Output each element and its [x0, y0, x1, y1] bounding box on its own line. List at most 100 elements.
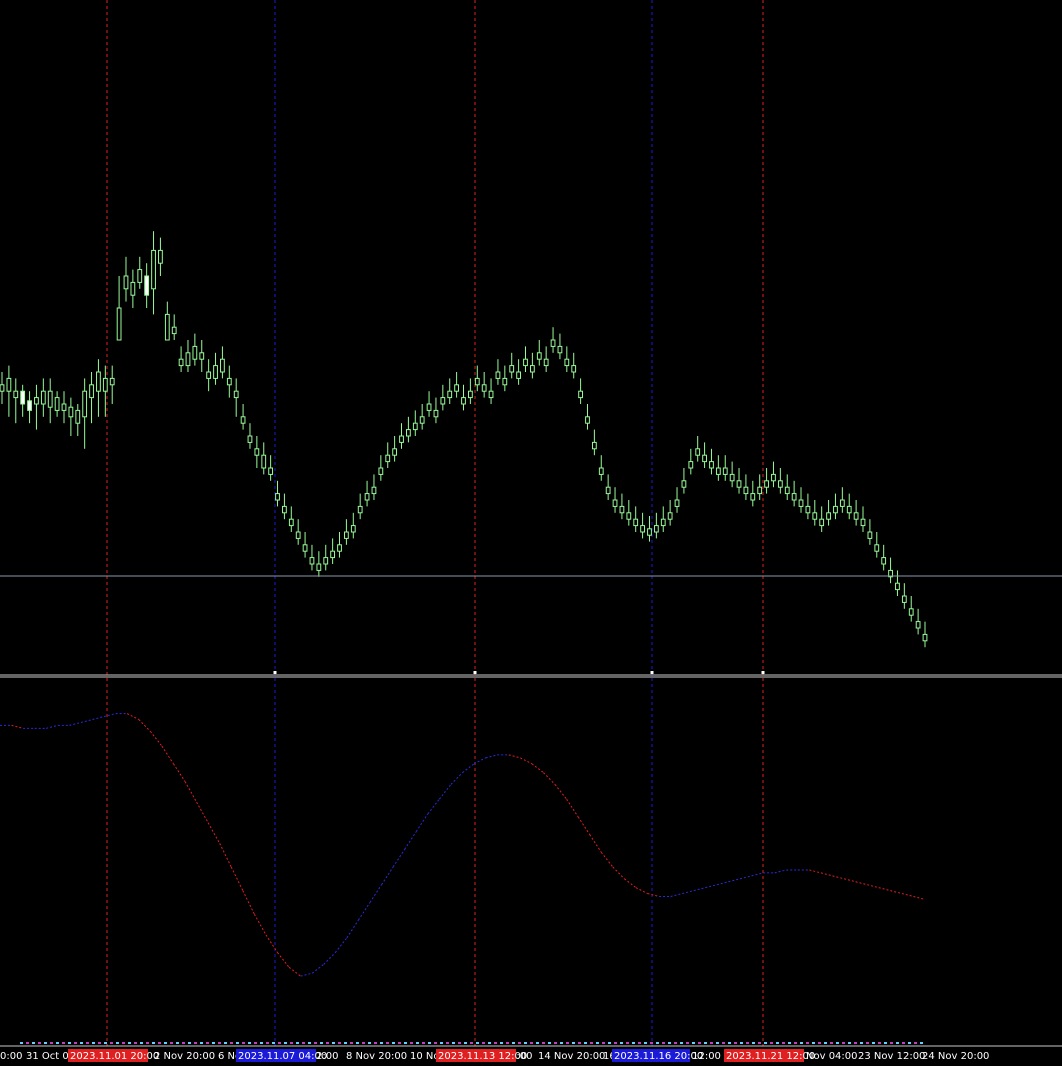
timeline-dash	[584, 1042, 587, 1044]
candle-body	[213, 365, 218, 379]
candle-body	[495, 371, 501, 379]
candle-body	[102, 377, 108, 392]
timeline-dash	[452, 1042, 455, 1044]
candle-body	[812, 512, 818, 520]
timeline-dash	[482, 1042, 485, 1044]
timeline-dash	[188, 1042, 191, 1044]
timeline-dash	[548, 1042, 551, 1044]
timeline-dash	[386, 1042, 389, 1044]
timeline-dash	[782, 1042, 785, 1044]
timeline-dash	[668, 1042, 671, 1044]
timeline-dash	[242, 1042, 245, 1044]
candle-body	[130, 281, 136, 296]
timeline-dash	[644, 1042, 647, 1044]
timeline-dash	[128, 1042, 131, 1044]
timeline-dash	[278, 1042, 281, 1044]
timeline-dash	[182, 1042, 185, 1044]
timeline-dash	[908, 1042, 911, 1044]
candle-body	[185, 352, 191, 367]
marker-tag: 2023.11.07 04:00	[236, 1049, 327, 1062]
time-tick-label: 23 Nov 12:00	[858, 1051, 925, 1062]
timeline-dash	[842, 1042, 845, 1044]
timeline-dash	[578, 1042, 581, 1044]
candle-body	[722, 467, 728, 475]
marker-tag: 2023.11.21 12:00	[724, 1049, 815, 1062]
candle-body	[54, 397, 60, 411]
timeline-dash	[194, 1042, 197, 1044]
candle-body	[447, 390, 453, 399]
timeline-dash	[410, 1042, 413, 1044]
timeline-dash	[464, 1042, 467, 1044]
candle-body	[47, 390, 53, 408]
time-tick-label: 2 Nov 20:00	[154, 1051, 215, 1062]
timeline-dash	[572, 1042, 575, 1044]
timeline-dash	[890, 1042, 893, 1044]
candle-body	[750, 493, 756, 501]
candle-body	[20, 390, 26, 405]
time-tick-label: 0:00	[0, 1051, 22, 1062]
candle-body	[461, 397, 466, 405]
candle-body	[488, 390, 494, 399]
candle-body	[846, 505, 852, 514]
candle-body	[357, 505, 363, 514]
timeline-dash	[554, 1042, 557, 1044]
candle-body	[516, 371, 521, 379]
timeline-dash	[206, 1042, 209, 1044]
candle-body	[805, 505, 811, 514]
timeline-dash	[308, 1042, 311, 1044]
time-tick-label: 8 Nov 20:00	[346, 1051, 407, 1062]
timeline-dash	[266, 1042, 269, 1044]
timeline-dash	[746, 1042, 749, 1044]
timeline-dash	[212, 1042, 215, 1044]
timeline-dash	[356, 1042, 359, 1044]
candle-body	[550, 339, 556, 347]
candle-body	[922, 633, 928, 642]
timeline-dash	[896, 1042, 899, 1044]
timeline-dash	[104, 1042, 107, 1044]
candle-body	[660, 518, 666, 527]
candle-body	[309, 557, 315, 565]
timeline-dash	[98, 1042, 101, 1044]
candle-body	[467, 390, 473, 399]
timeline-dash	[902, 1042, 905, 1044]
candle-body	[454, 384, 460, 392]
candle-body	[771, 473, 776, 482]
candle-body	[406, 429, 411, 437]
candle-body	[791, 493, 797, 501]
timeline-dash	[488, 1042, 491, 1044]
candle-body	[350, 525, 356, 533]
candle-body	[536, 352, 542, 360]
timeline-dash	[650, 1042, 653, 1044]
timeline-dash	[884, 1042, 887, 1044]
candle-body	[523, 358, 528, 367]
candle-body	[344, 531, 349, 539]
candle-body	[729, 473, 735, 482]
candle-body	[585, 416, 590, 424]
timeline-dash	[476, 1042, 479, 1044]
timeline-dash	[770, 1042, 773, 1044]
candle-body	[158, 249, 163, 264]
candle-body	[144, 275, 150, 296]
candle-body	[557, 345, 563, 354]
timeline-dash	[272, 1042, 275, 1044]
candle-body	[826, 512, 831, 520]
candle-body	[571, 365, 577, 373]
timeline-dash	[752, 1042, 755, 1044]
candle-body	[881, 557, 887, 565]
candle-body	[192, 345, 198, 360]
timeline-dash	[620, 1042, 623, 1044]
candle-body	[901, 595, 907, 603]
timeline-dash	[674, 1042, 677, 1044]
candle-body	[171, 326, 177, 335]
timeline-dash	[284, 1042, 287, 1044]
candle-body	[268, 467, 274, 475]
chart-background	[0, 0, 1062, 1066]
timeline-dash	[602, 1042, 605, 1044]
timeline-dash	[116, 1042, 119, 1044]
candle-body	[647, 528, 652, 536]
timeline-dash	[632, 1042, 635, 1044]
candle-body	[605, 486, 611, 495]
timeline-dash	[530, 1042, 533, 1044]
candle-body	[399, 435, 404, 443]
timeline-dash	[662, 1042, 665, 1044]
